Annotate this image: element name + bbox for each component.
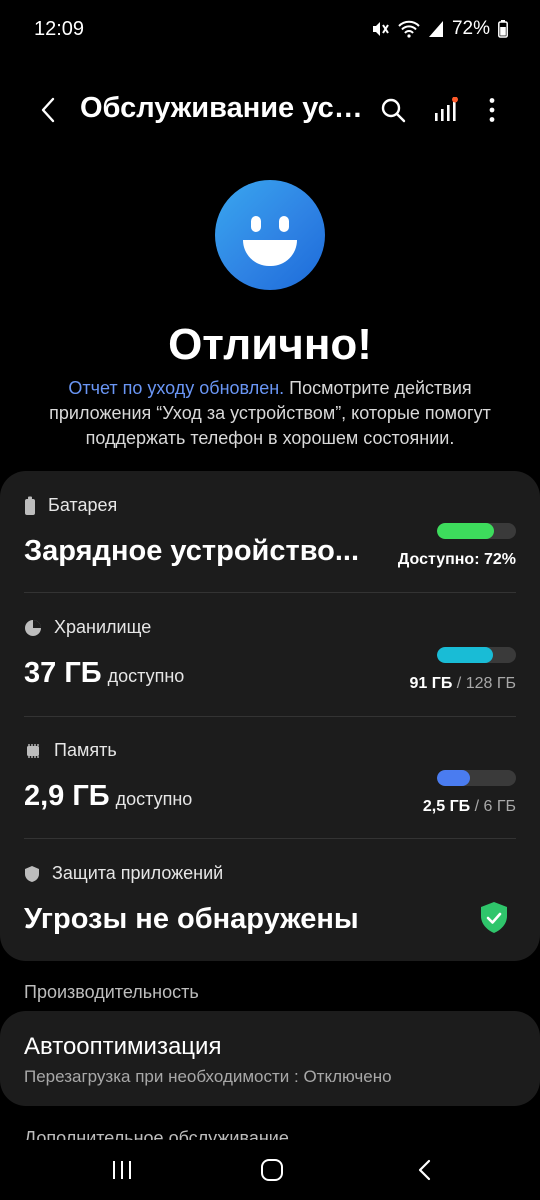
- battery-charging-icon: [498, 20, 508, 38]
- mute-icon: [370, 19, 390, 39]
- memory-progress-fill: [437, 770, 471, 786]
- memory-value: 2,9 ГБ доступно: [24, 780, 193, 812]
- shield-icon: [25, 865, 39, 882]
- back-arrow-icon: [41, 97, 55, 123]
- battery-available: Доступно: 72%: [397, 551, 516, 568]
- cell-signal-icon: [428, 20, 444, 38]
- page-title: Обслуживание устройства: [80, 92, 370, 124]
- back-nav-icon: [418, 1159, 431, 1181]
- app-bar: Обслуживание устройства: [0, 78, 540, 138]
- home-button[interactable]: [242, 1150, 302, 1190]
- back-nav-button[interactable]: [394, 1150, 454, 1190]
- signal-bars-icon: [435, 97, 458, 121]
- report-link[interactable]: Отчет по уходу обновлен.: [68, 378, 284, 398]
- auto-optimization-title: Автооптимизация: [24, 1033, 222, 1060]
- more-vertical-icon: [489, 98, 495, 122]
- memory-section[interactable]: Память 2,9 ГБ доступно 2,5 ГБ / 6 ГБ: [0, 716, 540, 839]
- storage-progress-bar: [437, 647, 516, 663]
- battery-progress-fill: [437, 523, 494, 539]
- search-icon: [381, 98, 406, 123]
- battery-percent: 72%: [451, 18, 490, 39]
- status-bar: 12:09 72%: [0, 0, 540, 60]
- back-button[interactable]: [28, 90, 68, 130]
- auto-optimization-item[interactable]: Автооптимизация Перезагрузка при необход…: [0, 1011, 540, 1106]
- performance-header: Производительность: [24, 982, 199, 1002]
- status-headline: Отлично!: [168, 320, 372, 369]
- battery-icon: [25, 496, 35, 515]
- more-options-button[interactable]: [470, 88, 514, 132]
- memory-chip-icon: [27, 743, 39, 758]
- memory-usage: 2,5 ГБ / 6 ГБ: [422, 798, 516, 815]
- app-protection-section[interactable]: Защита приложений Угрозы не обнаружены: [0, 839, 540, 961]
- navigation-bar: [0, 1140, 540, 1200]
- report-text: Отчет по уходу обновлен. Посмотрите дейс…: [26, 376, 514, 451]
- home-icon: [261, 1159, 283, 1181]
- storage-label: Хранилище: [54, 617, 152, 637]
- memory-progress-bar: [437, 770, 516, 786]
- storage-usage: 91 ГБ / 128 ГБ: [409, 675, 516, 692]
- search-button[interactable]: [371, 88, 415, 132]
- smiley-face-icon: [215, 180, 325, 290]
- battery-label: Батарея: [48, 495, 118, 515]
- auto-optimization-subtitle: Перезагрузка при необходимости : Отключе…: [24, 1067, 392, 1086]
- battery-progress-bar: [437, 523, 516, 539]
- status-time: 12:09: [34, 18, 85, 40]
- status-icons: 72%: [370, 18, 508, 40]
- recent-apps-icon: [113, 1161, 131, 1179]
- storage-value: 37 ГБ доступно: [24, 657, 185, 689]
- device-status-card: Батарея Зарядное устройство... Доступно:…: [0, 471, 540, 961]
- diagnostics-button[interactable]: [424, 88, 468, 132]
- battery-value: Зарядное устройство...: [24, 535, 360, 567]
- pie-chart-icon: [25, 619, 41, 636]
- wifi-icon: [398, 19, 420, 39]
- battery-section[interactable]: Батарея Зарядное устройство... Доступно:…: [0, 471, 540, 593]
- storage-section[interactable]: Хранилище 37 ГБ доступно 91 ГБ / 128 ГБ: [0, 593, 540, 716]
- shield-check-icon: [479, 901, 509, 940]
- recent-apps-button[interactable]: [92, 1150, 152, 1190]
- app-protection-label: Защита приложений: [52, 863, 224, 883]
- storage-progress-fill: [437, 647, 494, 663]
- app-protection-value: Угрозы не обнаружены: [24, 903, 359, 935]
- memory-label: Память: [54, 740, 117, 760]
